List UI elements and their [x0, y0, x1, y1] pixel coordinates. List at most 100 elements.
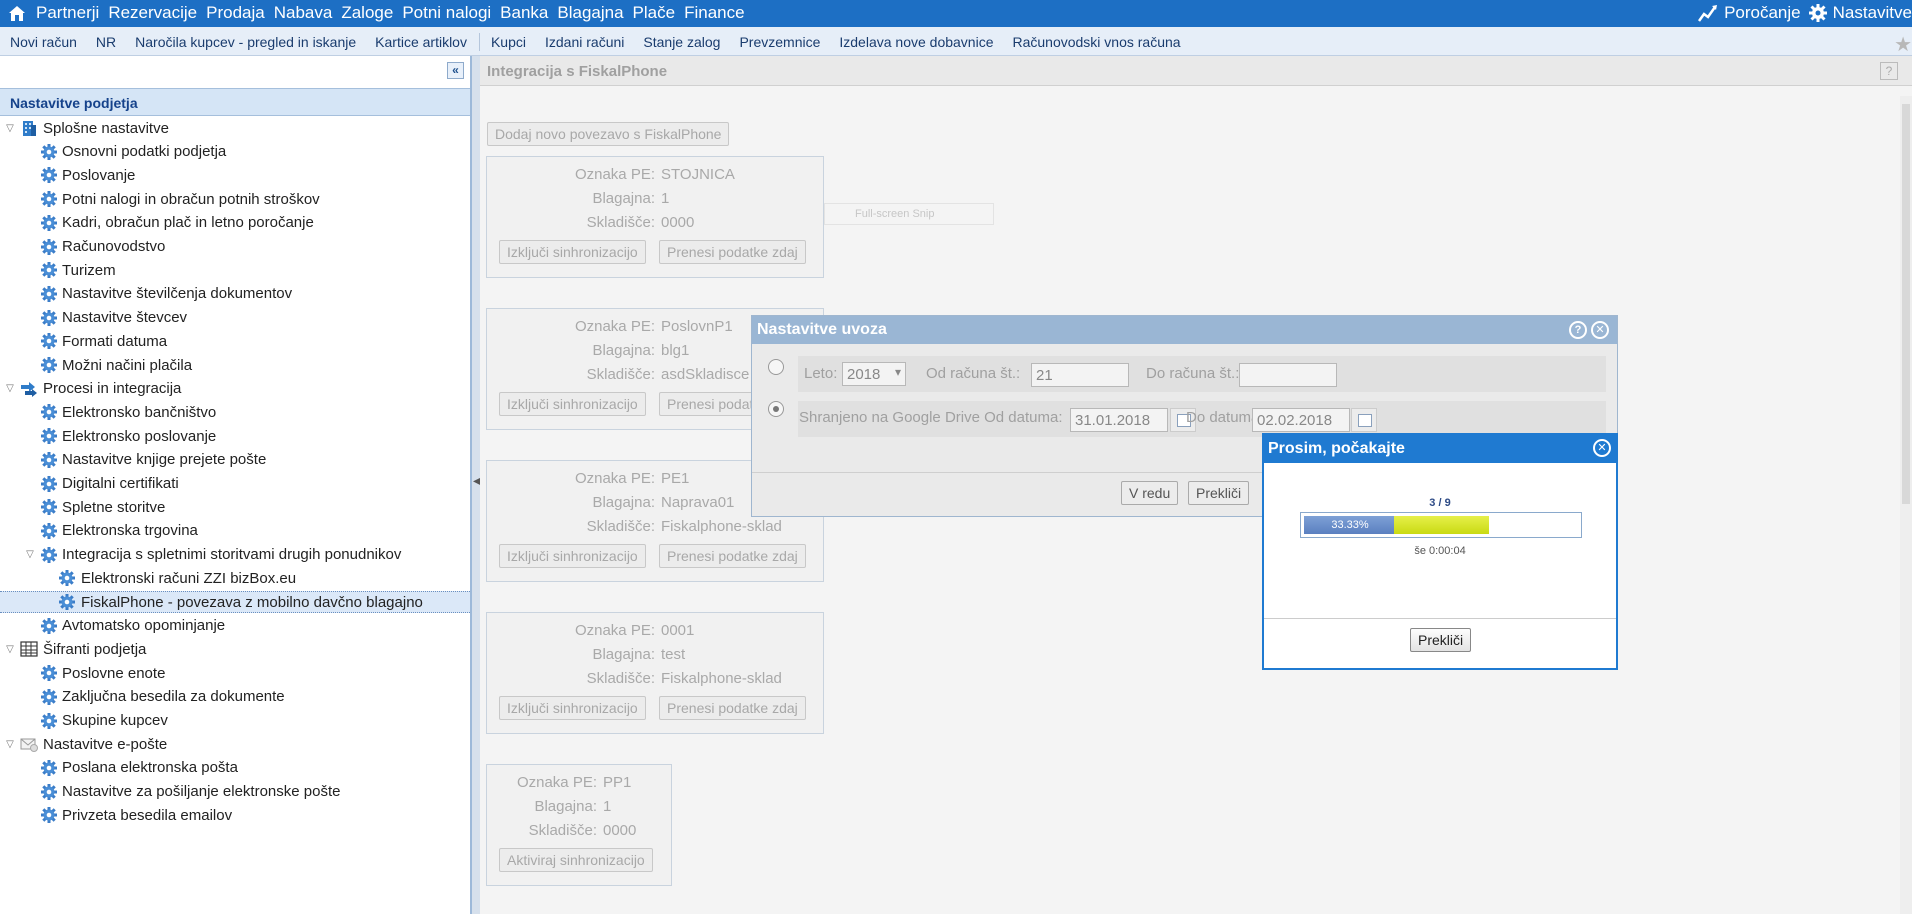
year-label: Leto:	[804, 365, 838, 382]
to-invoice-input[interactable]	[1239, 363, 1337, 387]
google-drive-radio[interactable]	[768, 401, 784, 417]
tree-group[interactable]: ▽ Procesi in integracija	[0, 378, 470, 400]
help-icon[interactable]: ?	[1880, 62, 1898, 80]
tree-item[interactable]: Formati datuma	[0, 330, 470, 352]
transfer-now-button[interactable]: Prenesi podatke zdaj	[659, 544, 806, 568]
invoice-range-radio[interactable]	[768, 359, 784, 375]
expand-toggle-icon[interactable]: ▽	[24, 549, 36, 560]
panel-splitter[interactable]: ◀	[472, 56, 481, 914]
toolbar-link-8[interactable]: Izdelava nove dobavnice	[839, 34, 993, 50]
tree-item[interactable]: Avtomatsko opominjanje	[0, 615, 470, 637]
toolbar-link-6[interactable]: Stanje zalog	[643, 34, 720, 50]
menu-item-0[interactable]: Partnerji	[36, 3, 99, 23]
toolbar-link-0[interactable]: Novi račun	[10, 34, 77, 50]
favorite-star-icon[interactable]: ★	[1894, 32, 1912, 57]
tree-item[interactable]: Nastavitve za pošiljanje elektronske poš…	[0, 781, 470, 803]
year-select[interactable]: 2018 ▾	[842, 362, 906, 386]
close-icon[interactable]: ✕	[1593, 439, 1611, 457]
toolbar-link-3[interactable]: Kartice artiklov	[375, 34, 467, 50]
tree-item[interactable]: FiskalPhone - povezava z mobilno davčno …	[0, 591, 470, 613]
disable-sync-button[interactable]: Izključi sinhronizacijo	[499, 240, 646, 264]
gear-icon	[40, 166, 58, 184]
tree-item[interactable]: ▽ Integracija s spletnimi storitvami drug…	[0, 544, 470, 566]
tree-group[interactable]: ▽ Splošne nastavitve	[0, 117, 470, 139]
expand-toggle-icon[interactable]: ▽	[4, 123, 16, 134]
tree-item[interactable]: Kadri, obračun plač in letno poročanje	[0, 212, 470, 234]
scrollbar-thumb[interactable]	[1902, 104, 1910, 504]
expand-toggle-icon[interactable]: ▽	[4, 739, 16, 750]
field-value: PE1	[661, 470, 690, 487]
tree-item[interactable]: Elektronsko bančništvo	[0, 401, 470, 423]
disable-sync-button[interactable]: Izključi sinhronizacijo	[499, 696, 646, 720]
tree-item[interactable]: Elektronski računi ZZI bizBox.eu	[0, 567, 470, 589]
tree-item[interactable]: Elektronsko poslovanje	[0, 425, 470, 447]
menu-item-6[interactable]: Banka	[500, 3, 548, 23]
reporting-menu[interactable]: Poročanje	[1724, 3, 1801, 23]
menu-item-8[interactable]: Plače	[633, 3, 676, 23]
tree-item[interactable]: Skupine kupcev	[0, 710, 470, 732]
tree-item[interactable]: Privzeta besedila emailov	[0, 804, 470, 826]
ok-button[interactable]: V redu	[1121, 481, 1179, 505]
transfer-now-button[interactable]: Prenesi podatke zdaj	[659, 696, 806, 720]
tree-item[interactable]: Nastavitve števcev	[0, 307, 470, 329]
toolbar-link-9[interactable]: Računovodski vnos računa	[1012, 34, 1180, 50]
toolbar-link-4[interactable]: Kupci	[491, 34, 526, 50]
toolbar-link-1[interactable]: NR	[96, 34, 116, 50]
menu-item-7[interactable]: Blagajna	[557, 3, 623, 23]
field-label: Skladišče:	[528, 822, 597, 839]
cancel-button[interactable]: Prekliči	[1188, 481, 1250, 505]
tree-group[interactable]: ▽ Nastavitve e-pošte	[0, 733, 470, 755]
help-icon[interactable]: ?	[1569, 321, 1587, 339]
home-icon[interactable]	[8, 5, 26, 22]
menu-item-1[interactable]: Rezervacije	[108, 3, 197, 23]
gear-icon	[40, 712, 58, 730]
expand-toggle-icon[interactable]: ▽	[4, 644, 16, 655]
tree-item[interactable]: Možni načini plačila	[0, 354, 470, 376]
gear-icon	[40, 664, 58, 682]
menu-item-9[interactable]: Finance	[684, 3, 744, 23]
to-date-input[interactable]: 02.02.2018	[1252, 408, 1350, 432]
from-date-input[interactable]: 31.01.2018	[1070, 408, 1168, 432]
toolbar-link-5[interactable]: Izdani računi	[545, 34, 624, 50]
tree-item[interactable]: Turizem	[0, 259, 470, 281]
add-connection-button[interactable]: Dodaj novo povezavo s FiskalPhone	[487, 122, 730, 146]
close-icon[interactable]: ✕	[1591, 321, 1609, 339]
collapse-panel-button[interactable]: «	[447, 62, 464, 79]
toolbar-link-2[interactable]: Naročila kupcev - pregled in iskanje	[135, 34, 356, 50]
tree-item[interactable]: Zaključna besedila za dokumente	[0, 686, 470, 708]
tree-item[interactable]: Poslana elektronska pošta	[0, 757, 470, 779]
menu-item-4[interactable]: Zaloge	[341, 3, 393, 23]
vertical-scrollbar[interactable]	[1900, 96, 1912, 914]
toolbar-link-7[interactable]: Prevzemnice	[739, 34, 820, 50]
gear-icon	[40, 309, 58, 327]
tree-item[interactable]: Elektronska trgovina	[0, 520, 470, 542]
main-menu: Partnerji Rezervacije Prodaja Nabava Zaloge P…	[36, 3, 754, 23]
disable-sync-button[interactable]: Izključi sinhronizacijo	[499, 544, 646, 568]
disable-sync-button[interactable]: Izključi sinhronizacijo	[499, 392, 646, 416]
tree-item[interactable]: Nastavitve številčenja dokumentov	[0, 283, 470, 305]
transfer-now-button[interactable]: Prenesi podatke zdaj	[659, 240, 806, 264]
from-invoice-input[interactable]: 21	[1031, 363, 1129, 387]
tree-group[interactable]: ▽ Šifranti podjetja	[0, 638, 470, 660]
card-field-register: Blagajna: 1	[487, 798, 611, 815]
tree-item[interactable]: Poslovne enote	[0, 662, 470, 684]
tree-item[interactable]: Računovodstvo	[0, 236, 470, 258]
settings-menu[interactable]: Nastavitve	[1833, 3, 1912, 23]
tree-item[interactable]: Osnovni podatki podjetja	[0, 141, 470, 163]
tree-item[interactable]: Nastavitve knjige prejete pošte	[0, 449, 470, 471]
connection-card: Oznaka PE: 0001 Blagajna: test Skladišče: Fis…	[486, 612, 824, 734]
calendar-icon[interactable]	[1351, 408, 1377, 432]
menu-item-2[interactable]: Prodaja	[206, 3, 265, 23]
tree-item[interactable]: Digitalni certifikati	[0, 473, 470, 495]
tree-item-label: Formati datuma	[62, 332, 168, 350]
menu-item-5[interactable]: Potni nalogi	[402, 3, 491, 23]
expand-toggle-icon[interactable]: ▽	[4, 383, 16, 394]
activate-sync-button[interactable]: Aktiviraj sinhronizacijo	[499, 848, 653, 872]
field-label: Blagajna:	[534, 798, 597, 815]
tree-item[interactable]: Spletne storitve	[0, 496, 470, 518]
tree-item[interactable]: Potni nalogi in obračun potnih stroškov	[0, 188, 470, 210]
field-label: Blagajna:	[592, 342, 655, 359]
menu-item-3[interactable]: Nabava	[274, 3, 333, 23]
cancel-button[interactable]: Prekliči	[1410, 628, 1472, 652]
tree-item[interactable]: Poslovanje	[0, 164, 470, 186]
